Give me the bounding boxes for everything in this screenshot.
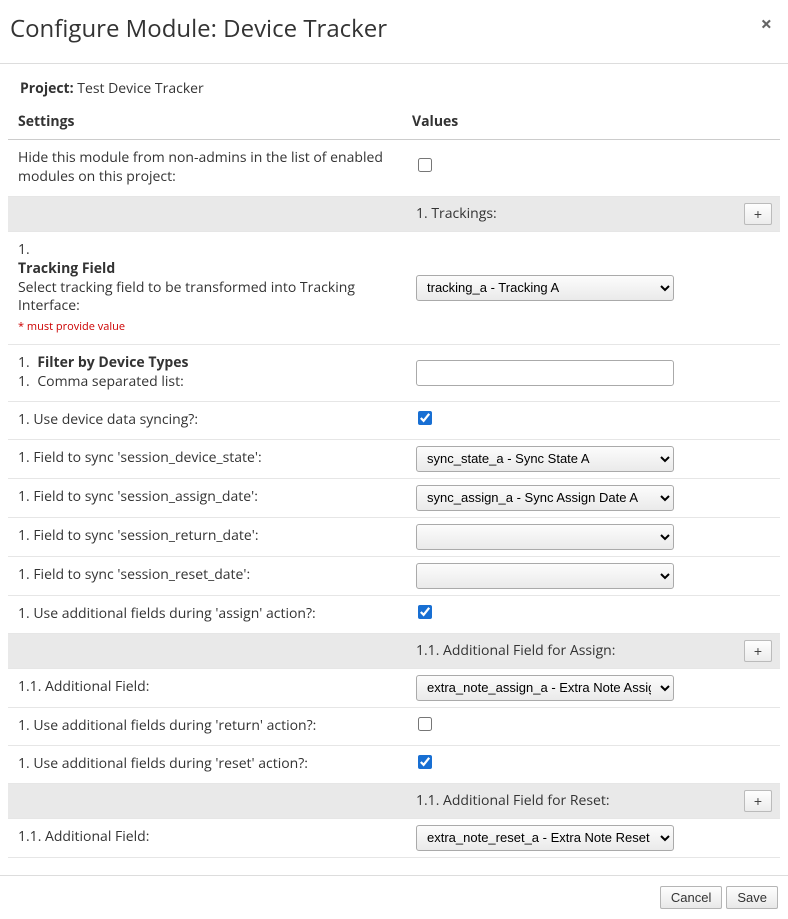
dialog-body[interactable]: Project: Test Device Tracker Settings Va… (0, 64, 788, 875)
section-trackings-label: 1. Trackings: (416, 204, 497, 223)
row-use-additional-reset: 1. Use additional fields during 'reset' … (8, 745, 780, 783)
use-additional-assign-checkbox[interactable] (418, 605, 432, 619)
row-use-additional-return: 1. Use additional fields during 'return'… (8, 707, 780, 745)
save-button[interactable]: Save (726, 886, 778, 909)
configure-module-dialog: Configure Module: Device Tracker × Proje… (0, 0, 788, 919)
add-additional-assign-button[interactable]: + (744, 640, 772, 662)
add-tracking-button[interactable]: + (744, 203, 772, 225)
section-additional-assign: 1.1. Additional Field for Assign: + (8, 633, 780, 668)
use-additional-return-label: 1. Use additional fields during 'return'… (18, 716, 316, 735)
project-name: Test Device Tracker (77, 79, 203, 98)
use-additional-reset-label: 1. Use additional fields during 'reset' … (18, 754, 308, 773)
filter-device-types-input[interactable] (416, 360, 674, 386)
project-line: Project: Test Device Tracker (8, 79, 780, 106)
filter-prefix: 1. (18, 353, 30, 372)
filter-title: Filter by Device Types (37, 353, 188, 372)
use-data-sync-checkbox[interactable] (418, 411, 432, 425)
section-trackings: 1. Trackings: + (8, 196, 780, 231)
use-additional-reset-checkbox[interactable] (418, 755, 432, 769)
close-icon[interactable]: × (755, 12, 778, 36)
cancel-button[interactable]: Cancel (660, 886, 722, 909)
row-additional-field-assign: 1.1. Additional Field: extra_note_assign… (8, 668, 780, 707)
additional-field-assign-select[interactable]: extra_note_assign_a - Extra Note Assign … (416, 675, 674, 701)
sync-return-date-label: 1. Field to sync 'session_return_date': (18, 526, 259, 545)
tracking-field-desc: Select tracking field to be transformed … (18, 279, 402, 317)
row-sync-reset-date: 1. Field to sync 'session_reset_date': (8, 556, 780, 595)
filter-prefix2: 1. (18, 372, 30, 391)
dialog-footer: Cancel Save (0, 875, 788, 919)
add-additional-reset-button[interactable]: + (744, 790, 772, 812)
row-tracking-field: 1. Tracking Field Select tracking field … (8, 231, 780, 344)
dialog-header: Configure Module: Device Tracker × (0, 0, 788, 64)
additional-field-assign-label: 1.1. Additional Field: (18, 677, 149, 696)
row-sync-return-date: 1. Field to sync 'session_return_date': (8, 517, 780, 556)
hide-module-label: Hide this module from non-admins in the … (18, 148, 383, 186)
sync-assign-date-select[interactable]: sync_assign_a - Sync Assign Date A (416, 485, 674, 511)
section-additional-reset-label: 1.1. Additional Field for Reset: (416, 791, 610, 810)
sync-return-date-select[interactable] (416, 524, 674, 550)
sync-assign-date-label: 1. Field to sync 'session_assign_date': (18, 487, 258, 506)
row-filter-device-types: 1. Filter by Device Types 1. Comma separ… (8, 345, 780, 402)
column-values: Values (408, 106, 780, 140)
hide-module-checkbox[interactable] (418, 158, 432, 172)
use-additional-assign-label: 1. Use additional fields during 'assign'… (18, 604, 316, 623)
tracking-field-required: * must provide value (18, 320, 402, 335)
filter-desc: Comma separated list: (37, 372, 183, 391)
dialog-title: Configure Module: Device Tracker (10, 12, 387, 45)
row-hide-module: Hide this module from non-admins in the … (8, 140, 780, 197)
section-additional-assign-label: 1.1. Additional Field for Assign: (416, 641, 615, 660)
additional-field-reset-label: 1.1. Additional Field: (18, 827, 149, 846)
section-additional-reset: 1.1. Additional Field for Reset: + (8, 783, 780, 818)
project-label: Project: (20, 79, 74, 98)
row-use-additional-assign: 1. Use additional fields during 'assign'… (8, 595, 780, 633)
row-additional-field-reset: 1.1. Additional Field: extra_note_reset_… (8, 818, 780, 857)
use-data-sync-label: 1. Use device data syncing?: (18, 410, 198, 429)
tracking-field-title: Tracking Field (18, 260, 402, 279)
column-settings: Settings (8, 106, 408, 140)
row-sync-device-state: 1. Field to sync 'session_device_state':… (8, 439, 780, 478)
sync-device-state-label: 1. Field to sync 'session_device_state': (18, 448, 262, 467)
sync-reset-date-label: 1. Field to sync 'session_reset_date': (18, 565, 250, 584)
sync-reset-date-select[interactable] (416, 563, 674, 589)
tracking-field-select[interactable]: tracking_a - Tracking A (416, 275, 674, 301)
row-sync-assign-date: 1. Field to sync 'session_assign_date': … (8, 478, 780, 517)
sync-device-state-select[interactable]: sync_state_a - Sync State A (416, 446, 674, 472)
tracking-field-prefix: 1. (18, 241, 402, 260)
settings-table: Settings Values Hide this module from no… (8, 106, 780, 875)
additional-field-reset-select[interactable]: extra_note_reset_a - Extra Note Reset A (416, 825, 674, 851)
use-additional-return-checkbox[interactable] (418, 717, 432, 731)
row-use-data-sync: 1. Use device data syncing?: (8, 401, 780, 439)
